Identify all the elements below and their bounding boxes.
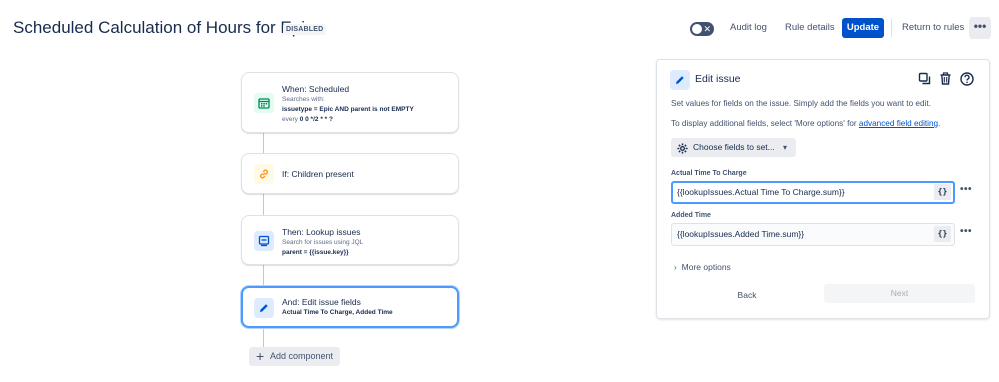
lookup-node-text: Then: Lookup issues Search for issues us… xyxy=(282,227,363,258)
smart-value-button[interactable]: {} xyxy=(934,184,951,200)
connector-line xyxy=(263,265,264,286)
edit-node-text: And: Edit issue fields Actual Time To Ch… xyxy=(282,297,393,318)
audit-log-button[interactable]: Audit log xyxy=(730,18,767,38)
trash-icon[interactable] xyxy=(937,70,954,87)
pencil-icon xyxy=(670,70,690,90)
add-component-label: Add component xyxy=(270,351,334,361)
update-button[interactable]: Update xyxy=(842,18,884,38)
edit-fields: Actual Time To Charge, Added Time xyxy=(282,309,393,316)
edit-issue-panel: Edit issue Set values for fields on the … xyxy=(656,59,990,319)
trigger-node-text: When: Scheduled Searches with: issuetype… xyxy=(282,84,414,125)
calendar-icon xyxy=(254,93,274,113)
rule-enable-toggle[interactable]: ✕ xyxy=(690,22,714,36)
trigger-cron-line: every 0 0 */2 * * ? xyxy=(282,115,414,125)
panel-description: Set values for fields on the issue. Simp… xyxy=(671,99,931,108)
cron-expression: 0 0 */2 * * ? xyxy=(299,116,333,123)
connector-line xyxy=(263,194,264,215)
chevron-right-icon: › xyxy=(674,263,677,272)
choose-fields-label: Choose fields to set... xyxy=(693,142,775,152)
more-actions-button[interactable]: ••• xyxy=(969,17,991,39)
cron-prefix: every xyxy=(282,116,298,123)
added-time-field[interactable]: {{lookupIssues.Added Time.sum}} {} xyxy=(671,223,955,246)
more-options-toggle[interactable]: › More options xyxy=(674,262,731,272)
choose-fields-dropdown[interactable]: Choose fields to set... ▾ xyxy=(671,138,796,157)
hint-text: To display additional fields, select 'Mo… xyxy=(671,119,859,128)
trigger-jql: issuetype = Epic AND parent is not EMPTY xyxy=(282,106,414,113)
toggle-knob xyxy=(692,24,702,34)
smart-value-button[interactable]: {} xyxy=(934,226,951,242)
lookup-icon xyxy=(254,231,274,251)
rule-details-button[interactable]: Rule details xyxy=(785,18,835,38)
connector-line xyxy=(263,328,264,347)
link-icon xyxy=(254,164,274,184)
add-component-button[interactable]: + Add component xyxy=(249,347,340,366)
copy-icon[interactable] xyxy=(916,70,933,87)
gear-icon xyxy=(677,142,688,161)
field-label-actual-time: Actual Time To Charge xyxy=(671,170,747,177)
trigger-node[interactable]: When: Scheduled Searches with: issuetype… xyxy=(241,72,459,133)
next-button[interactable]: Next xyxy=(824,284,975,303)
toggle-off-icon: ✕ xyxy=(703,24,711,34)
help-icon[interactable] xyxy=(958,70,975,87)
header-divider xyxy=(891,19,892,37)
field-more-button[interactable]: ••• xyxy=(960,184,972,195)
actual-time-value: {{lookupIssues.Actual Time To Charge.sum… xyxy=(677,187,845,197)
return-to-rules-button[interactable]: Return to rules xyxy=(902,18,964,38)
field-more-button[interactable]: ••• xyxy=(960,226,972,237)
edit-issue-node[interactable]: And: Edit issue fields Actual Time To Ch… xyxy=(241,286,459,328)
field-label-added-time: Added Time xyxy=(671,212,711,219)
condition-node[interactable]: If: Children present xyxy=(241,153,459,194)
actual-time-to-charge-field[interactable]: {{lookupIssues.Actual Time To Charge.sum… xyxy=(671,181,955,204)
lookup-node[interactable]: Then: Lookup issues Search for issues us… xyxy=(241,215,459,265)
panel-title: Edit issue xyxy=(695,73,741,85)
more-options-label: More options xyxy=(681,262,731,272)
added-time-value: {{lookupIssues.Added Time.sum}} xyxy=(677,229,805,239)
connector-line xyxy=(263,133,264,153)
page-title: Scheduled Calculation of Hours for Epics xyxy=(13,18,322,37)
pencil-icon xyxy=(254,298,274,318)
panel-advanced-hint: To display additional fields, select 'Mo… xyxy=(671,119,940,128)
chevron-down-icon: ▾ xyxy=(782,143,787,152)
lookup-jql: parent = {{issue.key}} xyxy=(282,249,349,256)
plus-icon: + xyxy=(256,348,265,364)
hint-suffix: . xyxy=(938,119,941,128)
condition-title: If: Children present xyxy=(282,169,354,179)
edit-title: And: Edit issue fields xyxy=(282,297,361,307)
panel-tools xyxy=(916,70,975,87)
trigger-title: When: Scheduled xyxy=(282,84,350,94)
trigger-sub: Searches with: xyxy=(282,96,325,103)
condition-node-text: If: Children present xyxy=(282,169,354,180)
advanced-field-editing-link[interactable]: advanced field editing xyxy=(859,119,938,128)
lookup-sub: Search for issues using JQL xyxy=(282,239,364,246)
lookup-title: Then: Lookup issues xyxy=(282,227,361,237)
status-badge: DISABLED xyxy=(283,24,327,35)
back-button[interactable]: Back xyxy=(737,286,757,304)
